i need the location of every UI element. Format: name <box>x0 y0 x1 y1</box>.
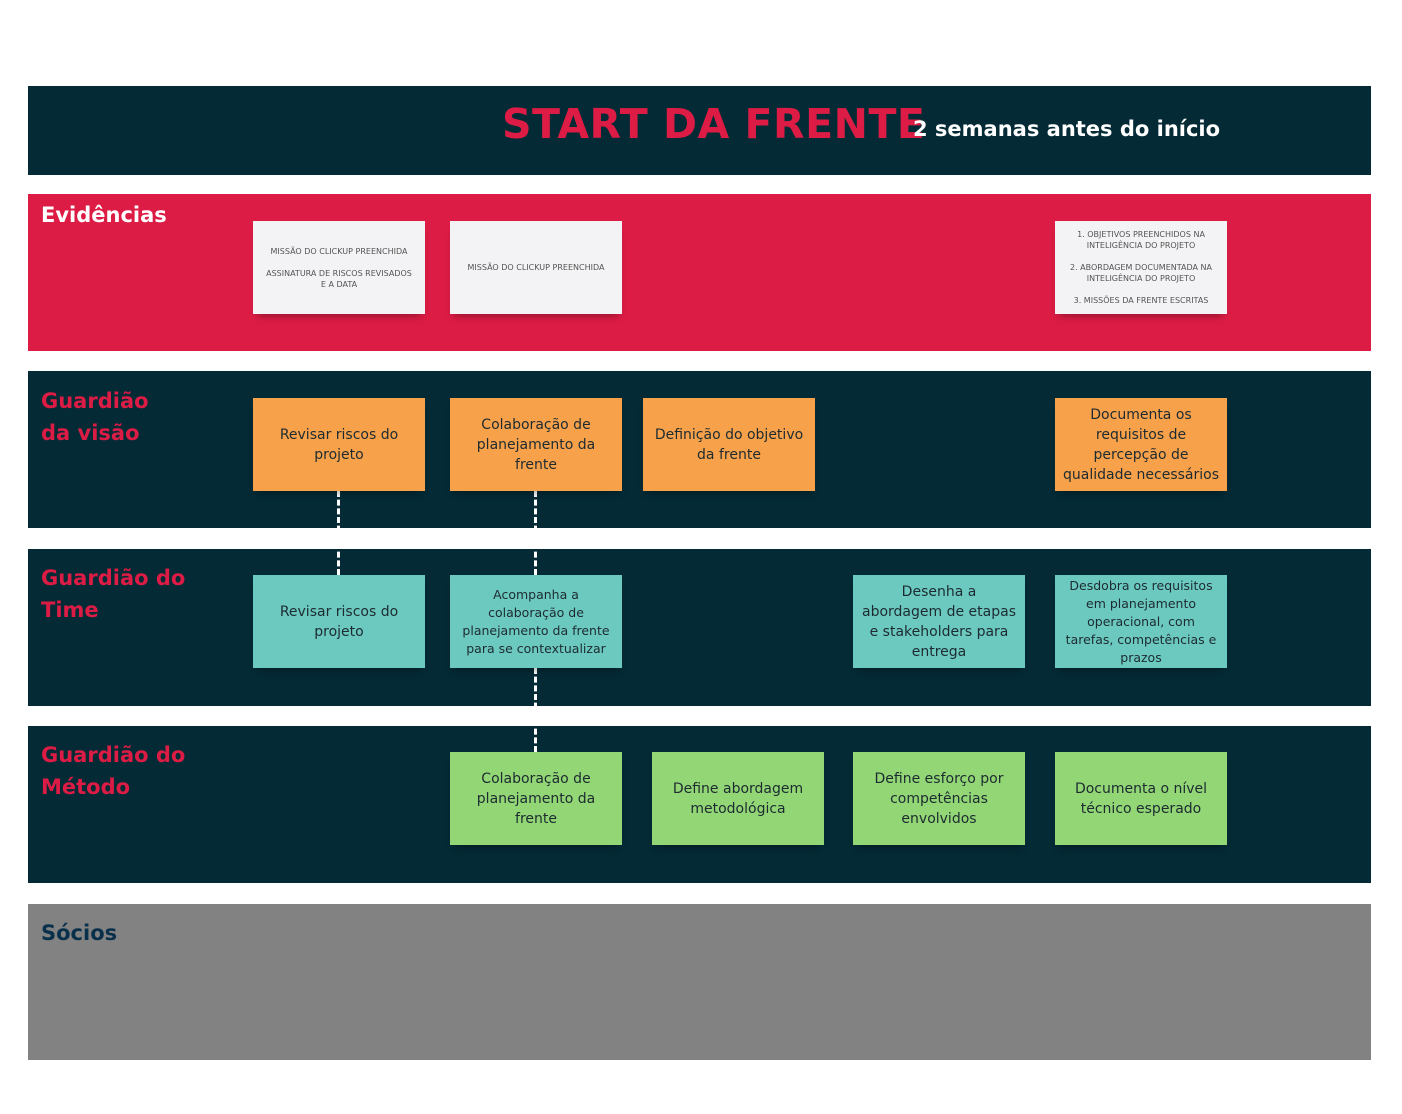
lane-label-guardiao-visao: Guardião da visão <box>41 389 149 445</box>
sticky-note-metodo[interactable]: Documenta o nível técnico esperado <box>1055 752 1227 845</box>
page-title: START DA FRENTE <box>502 100 926 148</box>
sticky-note-metodo[interactable]: Define esforço por competências envolvid… <box>853 752 1025 845</box>
sticky-note-time[interactable]: Acompanha a colaboração de planejamento … <box>450 575 622 668</box>
sticky-note-visao[interactable]: Colaboração de planejamento da frente <box>450 398 622 491</box>
sticky-note-evidencia[interactable]: MISSÃO DO CLICKUP PREENCHIDA <box>450 221 622 314</box>
lane-label-socios: Sócios <box>41 921 118 945</box>
sticky-note-evidencia[interactable]: 1. OBJETIVOS PREENCHIDOS NA INTELIGÊNCIA… <box>1055 221 1227 314</box>
sticky-note-visao[interactable]: Definição do objetivo da frente <box>643 398 815 491</box>
sticky-note-metodo[interactable]: Define abordagem metodológica <box>652 752 824 845</box>
sticky-note-evidencia[interactable]: MISSÃO DO CLICKUP PREENCHIDA ASSINATURA … <box>253 221 425 314</box>
lane-label-guardiao-metodo: Guardião do Método <box>41 743 186 799</box>
sticky-note-time[interactable]: Revisar riscos do projeto <box>253 575 425 668</box>
lane-socios <box>28 904 1371 1060</box>
page-subtitle: 2 semanas antes do início <box>913 117 1221 141</box>
lane-label-evidencias: Evidências <box>41 203 167 227</box>
connector-colaboracao-time-metodo <box>534 668 537 752</box>
lane-label-guardiao-time: Guardião do Time <box>41 566 186 622</box>
sticky-note-visao[interactable]: Documenta os requisitos de percepção de … <box>1055 398 1227 491</box>
sticky-note-time[interactable]: Desdobra os requisitos em planejamento o… <box>1055 575 1227 668</box>
connector-colaboracao-visao-time <box>534 491 537 575</box>
sticky-note-visao[interactable]: Revisar riscos do projeto <box>253 398 425 491</box>
connector-riscos <box>337 491 340 575</box>
sticky-note-time[interactable]: Desenha a abordagem de etapas e stakehol… <box>853 575 1025 668</box>
sticky-note-metodo[interactable]: Colaboração de planejamento da frente <box>450 752 622 845</box>
